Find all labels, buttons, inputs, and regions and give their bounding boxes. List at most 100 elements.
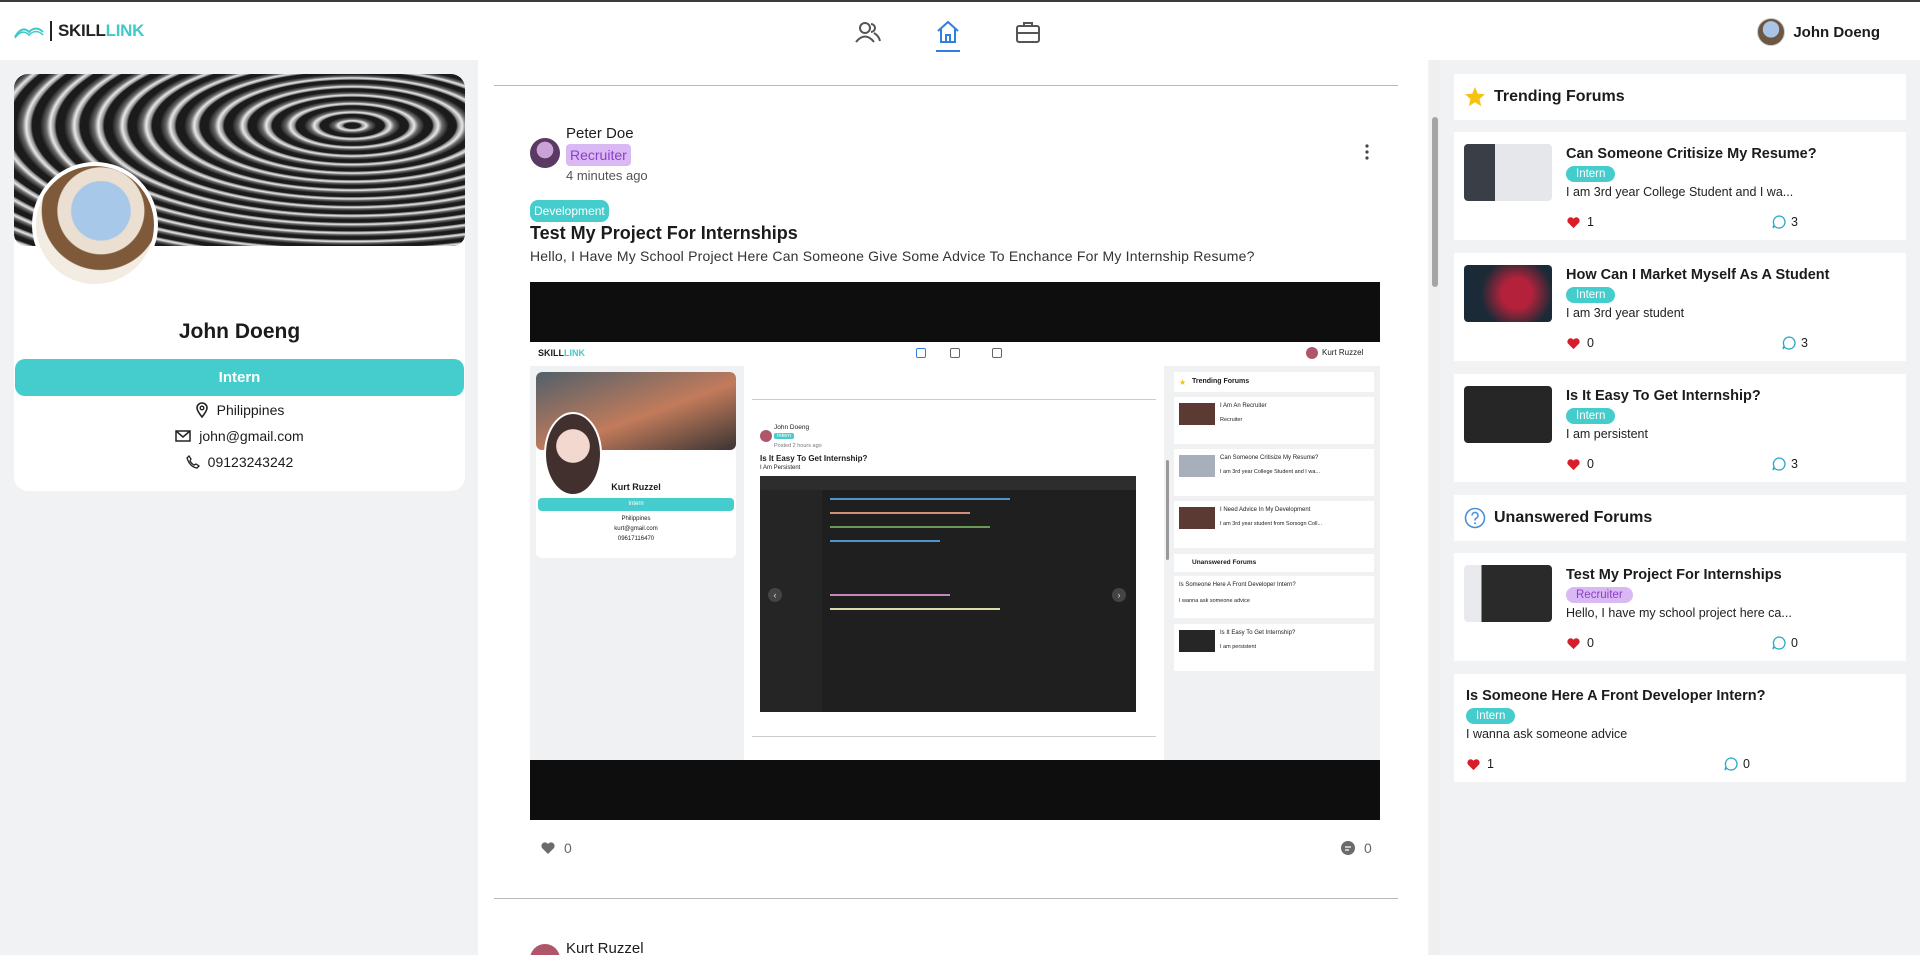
forum-card[interactable]: Is Someone Here A Front Developer Intern… (1454, 674, 1906, 782)
comment-button[interactable]: 0 (1340, 840, 1372, 856)
screenshot-avatar (1306, 347, 1318, 359)
forum-likes[interactable]: 0 (1566, 336, 1594, 350)
main-nav (853, 17, 1043, 52)
forum-likes[interactable]: 0 (1566, 636, 1594, 650)
like-count: 0 (1587, 336, 1594, 350)
forum-likes[interactable]: 1 (1466, 757, 1494, 771)
nav-jobs[interactable] (1013, 17, 1043, 47)
forum-title: Is It Easy To Get Internship? (1566, 388, 1761, 404)
heart-icon (541, 842, 555, 854)
feed-scrollbar[interactable] (1430, 60, 1440, 955)
screenshot-profile-card: Kurt Ruzzel Intern Philippines kurt@gmai… (536, 372, 736, 558)
forum-card[interactable]: Can Someone Critisize My Resume? Intern … (1454, 132, 1906, 240)
post-divider (494, 85, 1398, 86)
forum-likes[interactable]: 0 (1566, 457, 1594, 471)
forum-comments[interactable]: 3 (1772, 215, 1798, 229)
next-post-avatar[interactable] (530, 944, 560, 955)
screenshot-forum-card: I Am An Recruiter Recruiter (1174, 397, 1374, 444)
screenshot-forum-thumb (1179, 455, 1215, 477)
forum-description: I wanna ask someone advice (1466, 727, 1628, 741)
screenshot-forum-card: Is It Easy To Get Internship? I am persi… (1174, 624, 1374, 671)
screenshot-feed: John Doeng Intern Posted 2 hours ago Is … (744, 366, 1164, 760)
forum-comments[interactable]: 0 (1772, 636, 1798, 650)
like-count: 1 (1487, 757, 1494, 771)
skilllink-logo[interactable]: SKILLLINK (14, 21, 144, 41)
post-options-button[interactable] (1364, 144, 1370, 165)
forum-description: I am 3rd year student (1566, 306, 1685, 320)
like-count: 0 (564, 840, 572, 856)
comment-icon (1772, 636, 1786, 650)
forum-comments[interactable]: 0 (1724, 757, 1750, 771)
screenshot-trending-head: Trending Forums (1174, 372, 1374, 392)
like-count: 0 (1587, 457, 1594, 471)
nav-home[interactable] (933, 17, 963, 52)
post-author-name[interactable]: Peter Doe (566, 125, 648, 142)
screenshot-post-role: Intern (774, 433, 795, 439)
screenshot-post-title: Is It Easy To Get Internship? (760, 454, 868, 463)
profile-role-badge: Intern (15, 359, 464, 396)
screenshot-forum-card: I Need Advice In My Development I am 3rd… (1174, 501, 1374, 548)
screenshot-unanswered-head: Unanswered Forums (1174, 554, 1374, 572)
screenshot-code-line (830, 498, 1010, 500)
user-menu[interactable]: John Doeng (1757, 18, 1880, 46)
trending-forums-title: Trending Forums (1494, 88, 1625, 105)
post-title[interactable]: Test My Project For Internships (530, 223, 798, 244)
screenshot-forum-desc: I wanna ask someone advice (1179, 598, 1250, 604)
post-timestamp: 4 minutes ago (566, 168, 648, 183)
screenshot-star-icon: ★ (1179, 378, 1187, 387)
forum-role-badge: Intern (1566, 408, 1616, 424)
profile-name: John Doeng (178, 320, 301, 343)
logo-wordmark: SKILLLINK (58, 21, 145, 40)
forum-comments[interactable]: 3 (1782, 336, 1808, 350)
forum-comments[interactable]: 3 (1772, 457, 1798, 471)
screenshot-home-icon (950, 348, 960, 358)
logo-divider (50, 21, 52, 41)
forum-likes[interactable]: 1 (1566, 215, 1594, 229)
screenshot-forum-title: Is It Easy To Get Internship? (1220, 630, 1296, 636)
forum-card[interactable]: How Can I Market Myself As A Student Int… (1454, 253, 1906, 361)
screenshot-next-icon: › (1112, 588, 1126, 602)
post-author-block: Peter Doe Recruiter 4 minutes ago (566, 125, 648, 183)
forum-card[interactable]: Is It Easy To Get Internship? Intern I a… (1454, 374, 1906, 482)
screenshot-forum-desc: I am persistent (1220, 644, 1257, 650)
screenshot-forum-thumb (1179, 507, 1215, 529)
screenshot-user-name: Kurt Ruzzel (1322, 348, 1364, 357)
post-image[interactable]: SKILLLINK Kurt Ruzzel Kurt Ruzzel Intern… (530, 282, 1380, 820)
screenshot-forum-title: Is Someone Here A Front Developer Intern… (1179, 582, 1296, 588)
post-body: Hello, I Have My School Project Here Can… (530, 248, 1255, 264)
screenshot-forum-thumb (1179, 403, 1215, 425)
comment-icon (1772, 457, 1786, 471)
forum-thumbnail (1464, 565, 1552, 622)
mail-icon (175, 430, 191, 442)
like-button[interactable]: 0 (540, 840, 572, 856)
forum-role-badge: Intern (1466, 708, 1516, 724)
screenshot-code-line (830, 594, 950, 596)
next-post-author[interactable]: Kurt Ruzzel (566, 940, 644, 955)
comment-count: 0 (1364, 840, 1372, 856)
post-author-avatar[interactable] (530, 138, 560, 168)
screenshot-forum-thumb (1179, 630, 1215, 652)
screenshot-divider (752, 399, 1156, 400)
unanswered-forums-title: Unanswered Forums (1494, 509, 1653, 526)
forum-thumbnail (1464, 144, 1552, 201)
avatar (1757, 18, 1786, 46)
nav-people[interactable] (853, 17, 883, 47)
screenshot-code-sidebar (760, 490, 822, 712)
screenshot-email: kurt@gmail.com (614, 526, 658, 532)
post-divider (494, 898, 1398, 899)
top-navbar: SKILLLINK John Doeng (0, 0, 1920, 60)
heart-icon (1567, 458, 1580, 470)
trending-forums-header: Trending Forums (1454, 74, 1906, 120)
comment-count: 3 (1791, 457, 1798, 471)
feed-scrollbar-thumb[interactable] (1432, 117, 1438, 287)
wave-logo-icon (14, 27, 44, 39)
comment-count: 0 (1791, 636, 1798, 650)
screenshot-topbar: SKILLLINK Kurt Ruzzel (530, 342, 1380, 366)
home-icon (937, 20, 959, 43)
forum-card[interactable]: Test My Project For Internships Recruite… (1454, 553, 1906, 661)
post-category-badge[interactable]: Development (530, 200, 609, 222)
location-text: Philippines (216, 402, 285, 418)
screenshot-scrollbar (1166, 460, 1169, 560)
comment-icon (1772, 215, 1786, 229)
screenshot-forum-desc: I am 3rd year student from Sorsogn Coll.… (1220, 521, 1323, 527)
